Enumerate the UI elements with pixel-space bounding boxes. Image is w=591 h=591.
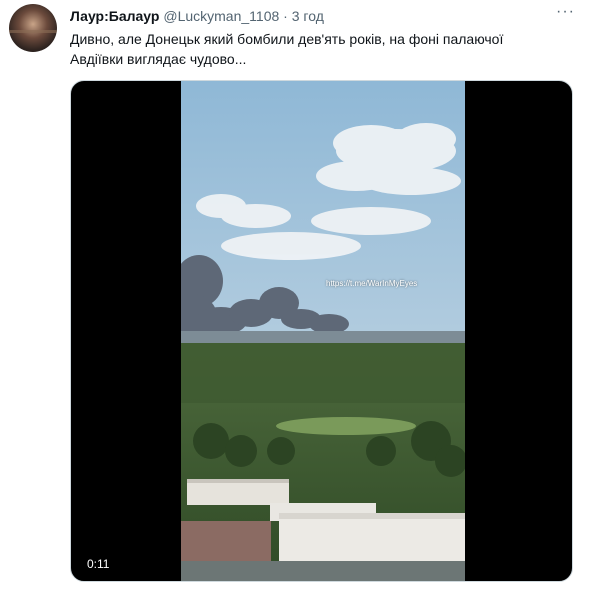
separator-dot: · — [283, 8, 288, 24]
tweet-header: Лаур:Балаур @Luckyman_1108 · 3 год — [70, 7, 324, 25]
video-thumbnail — [181, 81, 465, 581]
author-name[interactable]: Лаур:Балаур — [70, 8, 159, 24]
author-handle[interactable]: @Luckyman_1108 — [163, 8, 279, 24]
avatar[interactable] — [9, 4, 57, 52]
video-duration-badge: 0:11 — [81, 554, 116, 574]
video-watermark: https://t.me/WarInMyEyes — [326, 279, 418, 288]
tweet[interactable]: Лаур:Балаур @Luckyman_1108 · 3 год ··· Д… — [0, 0, 591, 591]
video-frame[interactable]: https://t.me/WarInMyEyes — [181, 81, 465, 581]
tweet-text: Дивно, але Донецьк який бомбили дев'ять … — [70, 31, 504, 67]
video-player[interactable]: https://t.me/WarInMyEyes 0:11 — [70, 80, 573, 582]
timestamp[interactable]: 3 год — [292, 8, 324, 24]
more-horizontal-icon[interactable]: ··· — [556, 3, 575, 21]
